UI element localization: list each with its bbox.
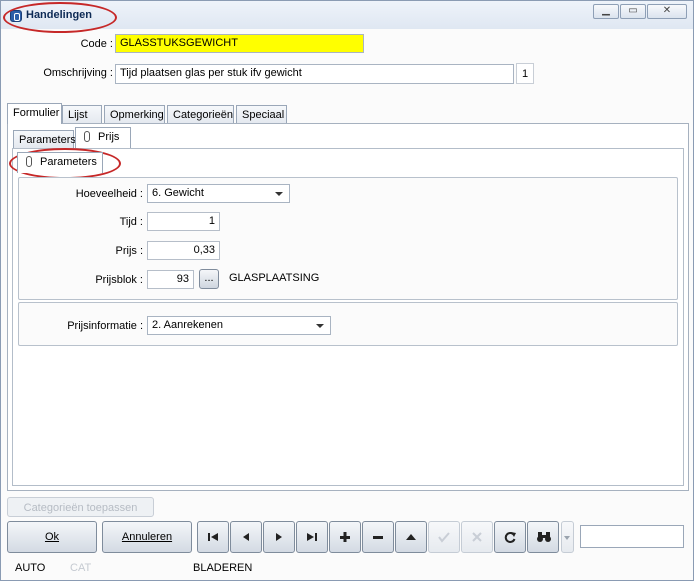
search-button[interactable] — [527, 521, 559, 553]
chevron-down-icon — [316, 324, 324, 328]
confirm-button[interactable] — [428, 521, 460, 553]
hoeveelheid-select[interactable]: 6. Gewicht — [147, 184, 290, 203]
ok-button[interactable]: Ok — [7, 521, 97, 553]
next-icon — [276, 533, 282, 541]
subsubtab-parameters[interactable]: Parameters — [17, 152, 103, 173]
app-icon — [10, 10, 22, 22]
maximize-icon: ▭ — [628, 5, 638, 16]
prijsblok-label: Prijsblok : — [95, 274, 143, 286]
minimize-icon: ▁ — [602, 5, 610, 16]
refresh-icon — [504, 532, 516, 543]
window: Handelingen ▁ ▭ ✕ Code : GLASSTUKSGEWICH… — [0, 0, 694, 581]
tijd-field[interactable]: 1 — [147, 212, 220, 231]
tijd-label: Tijd : — [119, 216, 143, 228]
triangle-up-icon — [406, 534, 416, 540]
ok-button-label: Ok — [44, 531, 60, 543]
add-record-button[interactable] — [329, 521, 361, 553]
hoeveelheid-value: 6. Gewicht — [152, 187, 204, 199]
subsubtab-parameters-label: Parameters — [40, 156, 97, 168]
previous-record-button[interactable] — [230, 521, 262, 553]
check-icon — [438, 532, 450, 543]
last-record-button[interactable] — [296, 521, 328, 553]
discard-button[interactable] — [461, 521, 493, 553]
annuleren-button[interactable]: Annuleren — [102, 521, 192, 553]
search-input[interactable] — [580, 525, 684, 548]
paperclip-icon — [84, 131, 90, 142]
tab-lijst[interactable]: Lijst — [62, 105, 102, 124]
binoculars-icon — [537, 532, 551, 542]
tab-formulier[interactable]: Formulier — [7, 103, 62, 124]
delete-record-button[interactable] — [362, 521, 394, 553]
window-title: Handelingen — [26, 9, 93, 21]
prijsinformatie-label: Prijsinformatie : — [67, 320, 143, 332]
prijsinformatie-value: 2. Aanrekenen — [152, 319, 223, 331]
next-record-button[interactable] — [263, 521, 295, 553]
search-options-dropdown[interactable] — [561, 521, 574, 553]
subtab-parameters[interactable]: Parameters — [13, 130, 76, 149]
tab-categorieen[interactable]: Categorieën — [167, 105, 234, 124]
prijsblok-browse-button[interactable]: ... — [199, 269, 219, 289]
close-icon: ✕ — [662, 5, 672, 16]
edit-record-button[interactable] — [395, 521, 427, 553]
prijs-label: Prijs : — [115, 245, 144, 257]
code-label: Code : — [80, 38, 113, 50]
prijsblok-field[interactable]: 93 — [147, 270, 194, 289]
minimize-button[interactable]: ▁ — [593, 4, 619, 19]
annuleren-button-label: Annuleren — [121, 531, 173, 543]
chevron-down-icon — [564, 536, 570, 540]
chevron-down-icon — [275, 192, 283, 196]
description-label: Omschrijving : — [43, 67, 113, 79]
tab-opmerking[interactable]: Opmerking — [104, 105, 165, 124]
status-mode: BLADEREN — [193, 562, 253, 574]
last-icon — [307, 533, 317, 541]
status-cat: CAT — [70, 562, 92, 574]
plus-icon — [340, 532, 350, 542]
paperclip-icon — [26, 156, 32, 167]
refresh-button[interactable] — [494, 521, 526, 553]
first-record-button[interactable] — [197, 521, 229, 553]
categorieen-toepassen-button[interactable]: Categorieën toepassen — [7, 497, 154, 517]
prijsinformatie-select[interactable]: 2. Aanrekenen — [147, 316, 331, 335]
previous-icon — [243, 533, 249, 541]
prijs-field[interactable]: 0,33 — [147, 241, 220, 260]
subtab-prijs[interactable]: Prijs — [75, 127, 131, 148]
close-button[interactable]: ✕ — [647, 4, 687, 19]
code-field[interactable]: GLASSTUKSGEWICHT — [115, 34, 364, 53]
first-icon — [208, 533, 218, 541]
description-field[interactable]: Tijd plaatsen glas per stuk ifv gewicht — [115, 64, 514, 84]
prijsblok-name: GLASPLAATSING — [229, 272, 320, 284]
x-icon — [472, 532, 482, 542]
title-bar: Handelingen ▁ ▭ ✕ — [1, 1, 693, 29]
description-count: 1 — [516, 63, 534, 84]
maximize-button[interactable]: ▭ — [620, 4, 646, 19]
subtab-prijs-label: Prijs — [98, 131, 120, 143]
tab-speciaal[interactable]: Speciaal — [236, 105, 287, 124]
hoeveelheid-label: Hoeveelheid : — [75, 188, 143, 200]
status-auto: AUTO — [15, 562, 46, 574]
minus-icon — [373, 536, 383, 539]
